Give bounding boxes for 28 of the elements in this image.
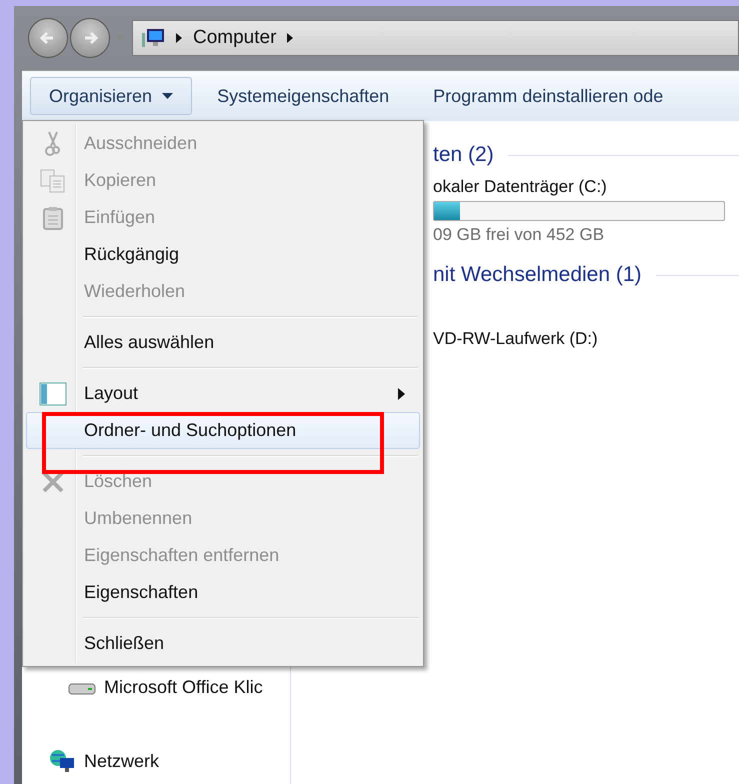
menu-item[interactable]: Eigenschaften [26,574,420,611]
toolbar-button[interactable]: Programm deinstallieren ode [414,77,682,115]
network-icon [48,748,76,774]
toolbar-button[interactable]: Systemeigenschaften [198,77,408,115]
scissors-icon [45,130,61,156]
forward-button[interactable] [70,18,110,58]
clipboard-icon [42,206,64,230]
breadcrumb-arrow-icon [175,32,183,44]
toolbar-button[interactable]: Organisieren [30,77,192,115]
drive-name[interactable]: VD-RW-Laufwerk (D:) [433,329,739,349]
menu-item[interactable]: Alles auswählen [26,324,420,361]
free-space-text: 09 GB frei von 452 GB [433,225,606,245]
layout-icon [39,382,67,406]
group-heading[interactable]: nit Wechselmedien (1) [433,263,642,287]
back-button[interactable] [28,18,68,58]
menu-item[interactable]: Schließen [26,625,420,662]
address-bar[interactable]: Computer [132,20,739,56]
group-heading[interactable]: ten (2) [433,143,494,167]
nav-item[interactable]: Microsoft Office Klic [104,677,263,698]
nav-item[interactable]: Netzwerk [84,750,160,772]
breadcrumb[interactable]: Computer [193,27,276,49]
breadcrumb-arrow-icon [286,32,294,44]
drive-name[interactable]: okaler Datenträger (C:) [433,177,739,197]
computer-icon [141,27,165,49]
copy-icon [40,168,66,192]
menu-item[interactable]: Rückgängig [26,236,420,273]
drive-icon [68,680,96,694]
menu-item[interactable]: Layout [26,375,420,412]
